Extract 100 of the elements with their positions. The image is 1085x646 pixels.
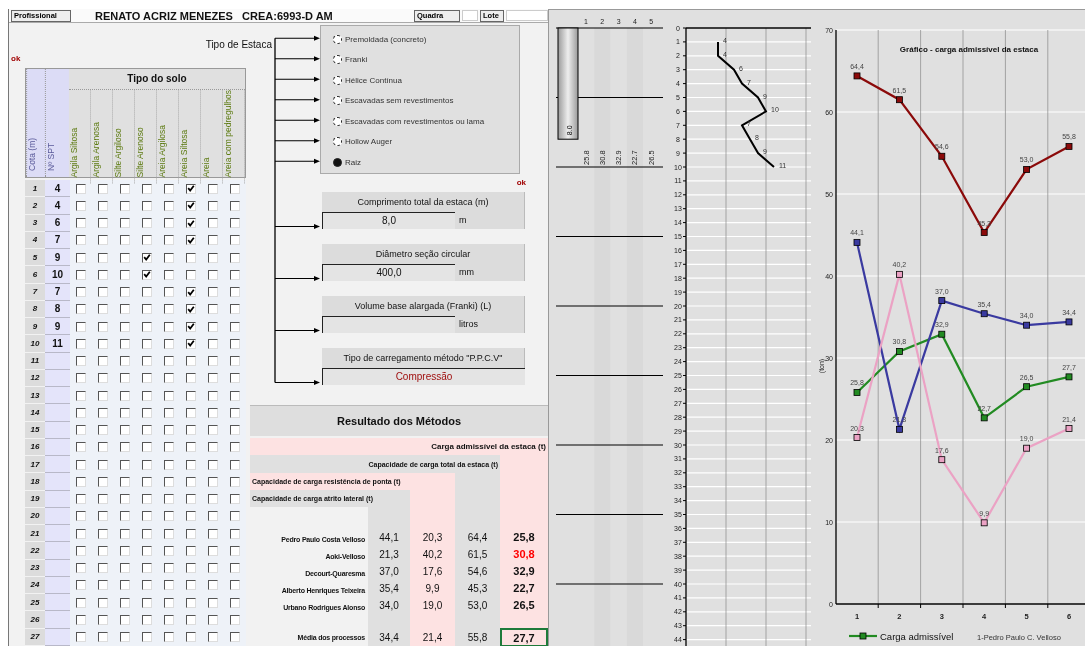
checkbox[interactable] — [164, 200, 174, 211]
checkbox[interactable] — [230, 459, 240, 470]
spt-cell[interactable]: 4 — [45, 180, 70, 198]
checkbox[interactable] — [142, 356, 152, 367]
radio-icon[interactable] — [333, 157, 342, 167]
checkbox[interactable] — [76, 632, 86, 643]
checkbox[interactable] — [120, 390, 130, 401]
checkbox[interactable] — [142, 218, 152, 229]
table-cell[interactable]: 27,7 — [500, 628, 548, 646]
checkbox[interactable] — [98, 545, 108, 556]
checkbox[interactable] — [208, 287, 218, 298]
checkbox[interactable] — [208, 269, 218, 280]
checkbox[interactable] — [76, 373, 86, 384]
checkbox[interactable] — [98, 476, 108, 487]
checkbox[interactable] — [208, 338, 218, 349]
checkbox[interactable] — [164, 304, 174, 315]
checkbox[interactable] — [76, 597, 86, 608]
checkbox[interactable] — [98, 356, 108, 367]
checkbox[interactable] — [98, 494, 108, 505]
checkbox[interactable] — [164, 218, 174, 229]
checkbox[interactable] — [98, 511, 108, 522]
checkbox[interactable] — [186, 304, 196, 315]
checkbox[interactable] — [142, 269, 152, 280]
checkbox[interactable] — [186, 235, 196, 246]
checkbox[interactable] — [76, 304, 86, 315]
checkbox[interactable] — [120, 252, 130, 263]
checkbox[interactable] — [186, 494, 196, 505]
checkbox[interactable] — [76, 390, 86, 401]
checkbox[interactable] — [98, 614, 108, 625]
checkbox[interactable] — [164, 390, 174, 401]
checkbox[interactable] — [230, 614, 240, 625]
checkbox[interactable] — [76, 459, 86, 470]
checkbox[interactable] — [120, 528, 130, 539]
checkbox[interactable] — [186, 287, 196, 298]
checkbox[interactable] — [208, 390, 218, 401]
checkbox[interactable] — [164, 321, 174, 332]
checkbox[interactable] — [142, 235, 152, 246]
checkbox[interactable] — [186, 614, 196, 625]
checkbox[interactable] — [164, 597, 174, 608]
checkbox[interactable] — [186, 200, 196, 211]
checkbox[interactable] — [208, 614, 218, 625]
checkbox[interactable] — [164, 356, 174, 367]
checkbox[interactable] — [120, 476, 130, 487]
checkbox[interactable] — [186, 425, 196, 436]
checkbox[interactable] — [98, 218, 108, 229]
checkbox[interactable] — [98, 528, 108, 539]
checkbox[interactable] — [186, 407, 196, 418]
checkbox[interactable] — [208, 373, 218, 384]
checkbox[interactable] — [120, 200, 130, 211]
checkbox[interactable] — [120, 338, 130, 349]
checkbox[interactable] — [120, 597, 130, 608]
checkbox[interactable] — [98, 597, 108, 608]
checkbox[interactable] — [186, 183, 196, 194]
checkbox[interactable] — [208, 407, 218, 418]
checkbox[interactable] — [208, 235, 218, 246]
checkbox[interactable] — [208, 459, 218, 470]
checkbox[interactable] — [230, 597, 240, 608]
checkbox[interactable] — [120, 269, 130, 280]
checkbox[interactable] — [164, 614, 174, 625]
checkbox[interactable] — [120, 442, 130, 453]
checkbox[interactable] — [208, 183, 218, 194]
checkbox[interactable] — [230, 338, 240, 349]
checkbox[interactable] — [120, 304, 130, 315]
checkbox[interactable] — [142, 183, 152, 194]
checkbox[interactable] — [76, 287, 86, 298]
checkbox[interactable] — [76, 200, 86, 211]
checkbox[interactable] — [76, 563, 86, 574]
input-field[interactable]: 8,0 — [322, 212, 455, 229]
checkbox[interactable] — [142, 321, 152, 332]
checkbox[interactable] — [120, 373, 130, 384]
checkbox[interactable] — [76, 528, 86, 539]
checkbox[interactable] — [208, 580, 218, 591]
checkbox[interactable] — [186, 511, 196, 522]
checkbox[interactable] — [76, 614, 86, 625]
radio-option[interactable]: Hélice Contínua — [333, 70, 519, 91]
checkbox[interactable] — [142, 200, 152, 211]
checkbox[interactable] — [120, 511, 130, 522]
checkbox[interactable] — [120, 407, 130, 418]
checkbox[interactable] — [98, 183, 108, 194]
checkbox[interactable] — [164, 338, 174, 349]
checkbox[interactable] — [208, 632, 218, 643]
checkbox[interactable] — [98, 235, 108, 246]
checkbox[interactable] — [186, 632, 196, 643]
checkbox[interactable] — [98, 632, 108, 643]
checkbox[interactable] — [76, 235, 86, 246]
checkbox[interactable] — [120, 580, 130, 591]
checkbox[interactable] — [98, 390, 108, 401]
checkbox[interactable] — [164, 183, 174, 194]
checkbox[interactable] — [230, 321, 240, 332]
checkbox[interactable] — [120, 614, 130, 625]
checkbox[interactable] — [186, 218, 196, 229]
spt-cell[interactable] — [45, 473, 70, 491]
checkbox[interactable] — [76, 511, 86, 522]
checkbox[interactable] — [142, 614, 152, 625]
checkbox[interactable] — [98, 321, 108, 332]
checkbox[interactable] — [142, 442, 152, 453]
checkbox[interactable] — [142, 632, 152, 643]
checkbox[interactable] — [230, 476, 240, 487]
radio-option[interactable]: Escavadas sem revestimentos — [333, 90, 519, 111]
checkbox[interactable] — [98, 252, 108, 263]
